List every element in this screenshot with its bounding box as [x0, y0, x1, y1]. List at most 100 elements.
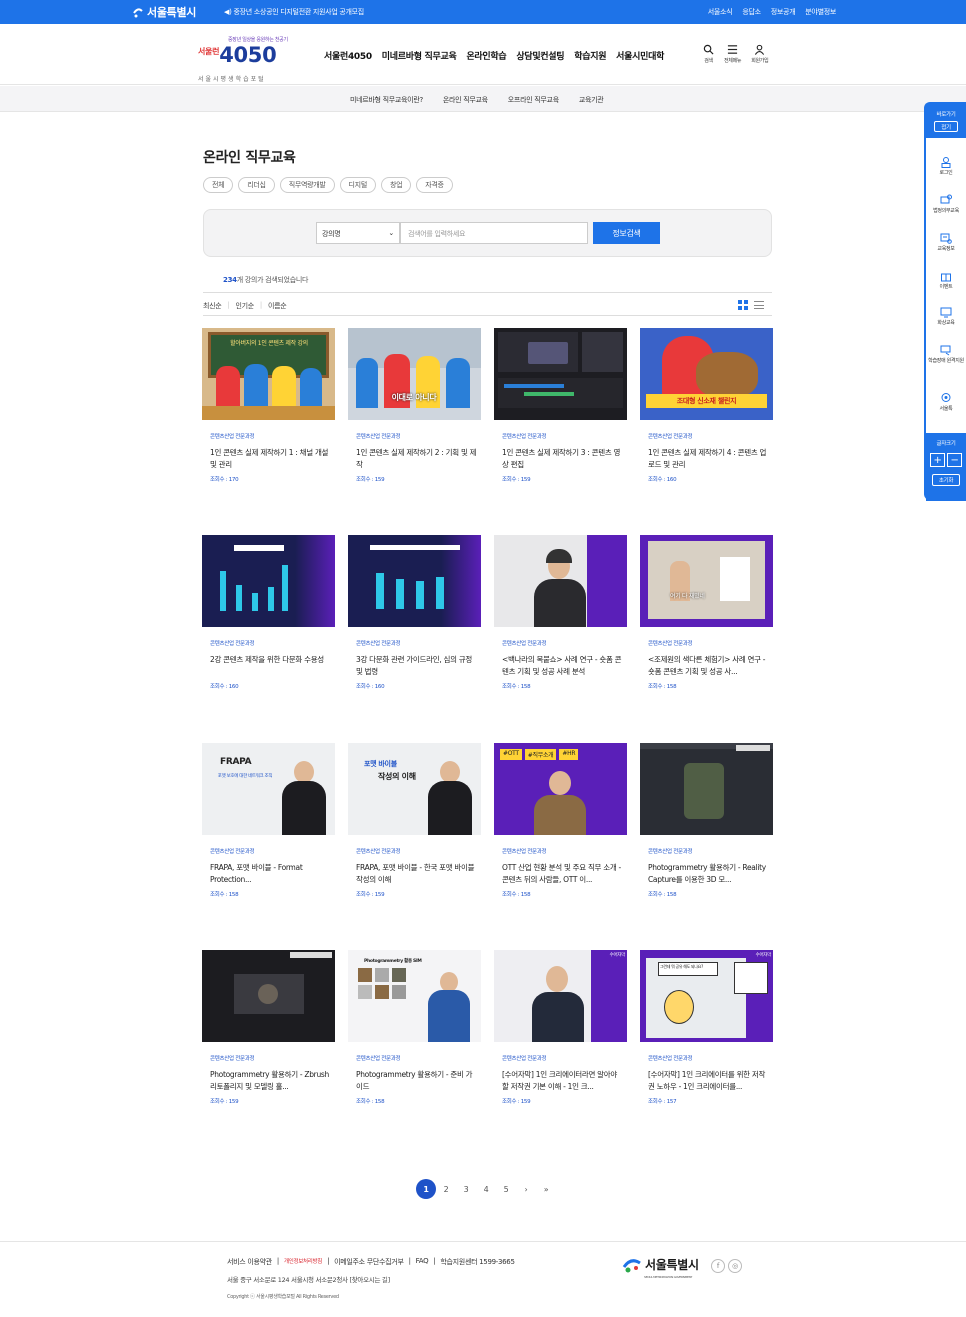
course-thumbnail[interactable]	[494, 328, 627, 420]
course-card[interactable]: 콘텐츠산업 전문과정 1인 콘텐츠 실제 제작하기 3 : 콘텐츠 영상 편집 조회…	[494, 328, 627, 498]
subnav-item[interactable]: 오프라인 직무교육	[508, 95, 559, 105]
course-card[interactable]: 콘텐츠산업 전문과정 3강 다문화 관련 가이드라인, 심의 규정 및 법령 조회수…	[348, 535, 481, 705]
quick-item-remote-support[interactable]: 학습장애 원격지원	[926, 344, 966, 364]
quick-item-video-edu[interactable]: 화상교육	[926, 306, 966, 326]
sort-option[interactable]: 최신순	[203, 301, 222, 311]
nav-item[interactable]: 상담및컨설팅	[516, 49, 564, 62]
category-chip[interactable]: 디지털	[339, 177, 376, 193]
course-card[interactable]: #OTT #직무소개 #HR 콘텐츠산업 전문과정 OTT 산업 현황 분석 및 주요 …	[494, 743, 627, 913]
search-type-select[interactable]: 강의명 ⌄	[316, 222, 400, 244]
page-number[interactable]: 5	[496, 1179, 516, 1199]
course-card[interactable]: 콘텐츠산업 전문과정 2강 콘텐츠 제작을 위한 다문화 수용성 조회수 : 160	[202, 535, 335, 705]
course-title[interactable]: FRAPA, 포맷 바이블 - 한국 포맷 바이블 작성의 이해	[356, 862, 478, 886]
course-card[interactable]: 조대형 신소재 챌린지 콘텐츠산업 전문과정 1인 콘텐츠 실제 제작하기 4 : …	[640, 328, 773, 498]
course-card[interactable]: FRAPA 포맷 보호에 대한 네트워크 조직 콘텐츠산업 전문과정 FRAPA, 포…	[202, 743, 335, 913]
course-card[interactable]: 콘텐츠산업 전문과정 <백나라의 복붙쇼> 사례 연구 - 숏폼 콘텐츠 기획 및…	[494, 535, 627, 705]
course-title[interactable]: 1인 콘텐츠 실제 제작하기 3 : 콘텐츠 영상 편집	[502, 447, 624, 471]
search-button[interactable]: 검색	[703, 44, 714, 64]
course-thumbnail[interactable]	[202, 535, 335, 627]
course-card[interactable]: Photogrammetry 활용 SIM 콘텐츠산업 전문과정 Photogram…	[348, 950, 481, 1120]
quick-item-edu-info[interactable]: 교육정보	[926, 232, 966, 252]
nav-item[interactable]: 서울시민대학	[616, 49, 664, 62]
course-title[interactable]: Photogrammetry 활용하기 - 준비 가이드	[356, 1069, 478, 1093]
course-thumbnail[interactable]: 수어자막	[494, 950, 627, 1042]
subnav-item[interactable]: 온라인 직무교육	[443, 95, 488, 105]
course-title[interactable]: 2강 콘텐츠 제작을 위한 다문화 수용성	[210, 654, 332, 666]
nav-item[interactable]: 온라인학습	[466, 49, 506, 62]
top-notice[interactable]: ◀) 중장년 소상공인 디지털전환 지원사업 공개모집	[224, 7, 364, 17]
course-card[interactable]: 포맷 바이블 작성의 이해 콘텐츠산업 전문과정 FRAPA, 포맷 바이블 - 한국…	[348, 743, 481, 913]
course-thumbnail[interactable]	[640, 743, 773, 835]
signup-button[interactable]: 회원가입	[751, 44, 769, 64]
course-title[interactable]: FRAPA, 포맷 바이블 - Format Protection...	[210, 862, 332, 886]
category-chip[interactable]: 자격증	[416, 177, 453, 193]
course-thumbnail[interactable]	[348, 535, 481, 627]
course-thumbnail[interactable]: 이대로 아니다	[348, 328, 481, 420]
seoul-logo[interactable]: 서울특별시	[132, 4, 196, 20]
font-increase-button[interactable]: +	[930, 453, 945, 467]
course-thumbnail[interactable]: FRAPA 포맷 보호에 대한 네트워크 조직	[202, 743, 335, 835]
course-card[interactable]: 수어자막 콘텐츠산업 전문과정 [수어자막] 1인 크리에이터라면 알아야 할 저작…	[494, 950, 627, 1120]
category-chip[interactable]: 전체	[203, 177, 234, 193]
nav-item[interactable]: 학습지원	[574, 49, 606, 62]
course-title[interactable]: 1인 콘텐츠 실제 제작하기 4 : 콘텐츠 업로드 및 관리	[648, 447, 770, 471]
footer-link[interactable]: 이메일주소 무단수집거부	[334, 1257, 404, 1267]
course-card[interactable]: 수어자막 그런데 뭐 공유 해도 되나요? 콘텐츠산업 전문과정 [수어자막] 1인 …	[640, 950, 773, 1120]
course-thumbnail[interactable]: #OTT #직무소개 #HR	[494, 743, 627, 835]
course-card[interactable]: 여기 다 재밌네 콘텐츠산업 전문과정 <조제원의 색다른 체험기> 사례 연구 -…	[640, 535, 773, 705]
page-number[interactable]: 2	[436, 1179, 456, 1199]
top-link[interactable]: 분야별정보	[805, 7, 836, 17]
course-thumbnail[interactable]: 수어자막 그런데 뭐 공유 해도 되나요?	[640, 950, 773, 1042]
page-number[interactable]: 3	[456, 1179, 476, 1199]
course-card[interactable]: 콘텐츠산업 전문과정 Photogrammetry 활용하기 - Reality …	[640, 743, 773, 913]
course-thumbnail[interactable]: 할아버지의 1인 콘텐츠 제작 강의	[202, 328, 335, 420]
quick-item-seoul-talk[interactable]: 서울톡	[926, 392, 966, 412]
nav-item[interactable]: 서울런4050	[324, 49, 372, 62]
course-thumbnail[interactable]	[202, 950, 335, 1042]
font-decrease-button[interactable]: −	[947, 453, 962, 467]
search-submit-button[interactable]: 정보검색	[593, 222, 660, 244]
last-page-button[interactable]: »	[536, 1179, 556, 1199]
footer-link[interactable]: 서비스 이용약관	[227, 1257, 272, 1267]
sort-option[interactable]: 이름순	[268, 301, 287, 311]
course-title[interactable]: 1인 콘텐츠 실제 제작하기 1 : 채널 개설 및 관리	[210, 447, 332, 471]
course-title[interactable]: <백나라의 복붙쇼> 사례 연구 - 숏폼 콘텐츠 기획 및 성공 사례 분석	[502, 654, 624, 678]
nav-item[interactable]: 미네르바형 직무교육	[382, 49, 457, 62]
page-number[interactable]: 1	[416, 1179, 436, 1199]
grid-view-icon[interactable]	[738, 300, 748, 310]
top-link[interactable]: 응답소	[742, 7, 761, 17]
category-chip[interactable]: 창업	[380, 177, 412, 193]
search-input[interactable]: 검색어를 입력하세요	[400, 222, 588, 244]
course-title[interactable]: <조제원의 색다른 체험기> 사례 연구 - 숏폼 콘텐츠 기획 및 성공 사.…	[648, 654, 770, 678]
footer-link[interactable]: 개인정보처리방침	[284, 1257, 322, 1267]
course-thumbnail[interactable]: Photogrammetry 활용 SIM	[348, 950, 481, 1042]
category-chip[interactable]: 직무역량개발	[279, 177, 335, 193]
page-number[interactable]: 4	[476, 1179, 496, 1199]
next-page-button[interactable]: ›	[516, 1179, 536, 1199]
facebook-icon[interactable]: f	[711, 1259, 725, 1273]
course-thumbnail[interactable]: 포맷 바이블 작성의 이해	[348, 743, 481, 835]
all-menu-button[interactable]: 전체메뉴	[724, 44, 742, 64]
top-link[interactable]: 정보공개	[771, 7, 796, 17]
course-title[interactable]: Photogrammetry 활용하기 - Zbrush 리토폴리지 및 모델링…	[210, 1069, 332, 1093]
quick-item-login[interactable]: 로그인	[926, 156, 966, 176]
course-title[interactable]: 3강 다문화 관련 가이드라인, 심의 규정 및 법령	[356, 654, 478, 678]
course-title[interactable]: OTT 산업 현황 분석 및 주요 직무 소개 - 콘텐츠 뒤의 사람들, OT…	[502, 862, 624, 886]
course-card[interactable]: 이대로 아니다 콘텐츠산업 전문과정 1인 콘텐츠 실제 제작하기 2 : 기획 및…	[348, 328, 481, 498]
course-thumbnail[interactable]	[494, 535, 627, 627]
course-title[interactable]: 1인 콘텐츠 실제 제작하기 2 : 기획 및 제작	[356, 447, 478, 471]
course-card[interactable]: 콘텐츠산업 전문과정 Photogrammetry 활용하기 - Zbrush 리…	[202, 950, 335, 1120]
course-thumbnail[interactable]: 여기 다 재밌네	[640, 535, 773, 627]
quick-item-legal-edu[interactable]: 법정의무교육	[926, 194, 966, 214]
footer-link[interactable]: FAQ	[416, 1257, 429, 1267]
list-view-icon[interactable]	[754, 300, 764, 310]
top-link[interactable]: 서울소식	[708, 7, 733, 17]
sort-option[interactable]: 인기순	[235, 301, 254, 311]
subnav-item[interactable]: 미네르바형 직무교육이란?	[350, 95, 423, 105]
course-title[interactable]: [수어자막] 1인 크리에이터를 위한 저작권 노하우 - 1인 크리에이터를.…	[648, 1069, 770, 1093]
instagram-icon[interactable]: ◎	[728, 1259, 742, 1273]
course-title[interactable]: Photogrammetry 활용하기 - Reality Capture를 이…	[648, 862, 770, 886]
course-thumbnail[interactable]: 조대형 신소재 챌린지	[640, 328, 773, 420]
font-reset-button[interactable]: 초기화	[932, 474, 960, 486]
course-card[interactable]: 할아버지의 1인 콘텐츠 제작 강의 콘텐츠산업 전문과정 1인 콘텐츠 실제 제작…	[202, 328, 335, 498]
